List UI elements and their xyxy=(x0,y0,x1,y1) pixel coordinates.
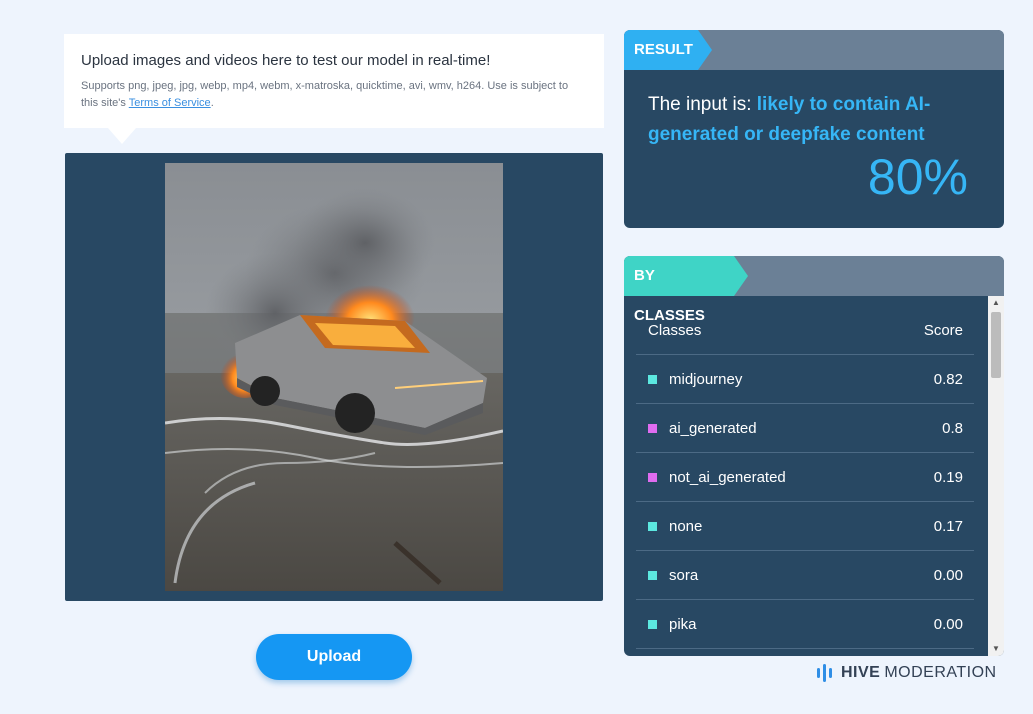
class-name: midjourney xyxy=(669,370,743,388)
class-name: none xyxy=(669,517,703,535)
table-row: sora 0.00 xyxy=(636,551,974,600)
scroll-thumb[interactable] xyxy=(991,312,1001,378)
hive-logo-icon xyxy=(817,664,832,682)
hive-moderation-logo: HIVE MODERATION xyxy=(817,664,997,682)
logo-product: MODERATION xyxy=(884,664,997,681)
table-row: not_ai_generated 0.19 xyxy=(636,453,974,502)
logo-brand: HIVE xyxy=(841,664,881,681)
class-score: 0.00 xyxy=(933,615,963,633)
class-name: not_ai_generated xyxy=(669,468,786,486)
class-color-swatch xyxy=(648,423,657,433)
table-row: none 0.17 xyxy=(636,502,974,551)
by-classes-header: BY CLASSES xyxy=(624,256,1004,324)
score-column-header: Score xyxy=(923,321,963,339)
class-score: 0.19 xyxy=(933,468,963,486)
class-name: sora xyxy=(669,566,699,584)
class-color-swatch xyxy=(648,570,657,580)
upload-button[interactable]: Upload xyxy=(256,634,412,680)
table-row: pika 0.00 xyxy=(636,600,974,649)
result-percentage: 80% xyxy=(867,149,968,205)
uploaded-image xyxy=(165,163,503,591)
classes-table: Classes Score midjourney 0.82 ai_generat… xyxy=(636,296,974,649)
class-name: pika xyxy=(669,615,697,633)
by-classes-tag: BY CLASSES xyxy=(624,256,748,324)
result-prefix: The input is: xyxy=(648,94,752,115)
class-score: 0.17 xyxy=(933,517,963,535)
class-color-swatch xyxy=(648,521,657,531)
class-score: 0.82 xyxy=(933,370,963,388)
class-color-swatch xyxy=(648,374,657,384)
class-score: 0.8 xyxy=(942,419,963,437)
table-row: midjourney 0.82 xyxy=(636,355,974,404)
class-color-swatch xyxy=(648,472,657,482)
upload-info-bubble: Upload images and videos here to test ou… xyxy=(64,34,604,144)
terms-of-service-link[interactable]: Terms of Service xyxy=(129,97,211,109)
scroll-up-arrow-icon[interactable]: ▲ xyxy=(988,296,1004,310)
table-header-row: Classes Score xyxy=(636,296,974,355)
classes-column-header: Classes xyxy=(648,321,702,339)
table-row: ai_generated 0.8 xyxy=(636,404,974,453)
class-color-swatch xyxy=(648,619,657,629)
media-preview-panel xyxy=(65,153,603,601)
by-classes-card: BY CLASSES Classes Score midjourney 0.82… xyxy=(624,256,1004,656)
upload-info-subtitle: Supports png, jpeg, jpg, webp, mp4, webm… xyxy=(81,78,587,112)
scroll-down-arrow-icon[interactable]: ▼ xyxy=(988,642,1004,656)
subtitle-end: . xyxy=(210,97,214,109)
classes-scrollbar[interactable]: ▲ ▼ xyxy=(988,296,1004,656)
upload-info-title: Upload images and videos here to test ou… xyxy=(81,52,491,69)
class-name: ai_generated xyxy=(669,419,757,437)
result-card: RESULT The input is: likely to contain A… xyxy=(624,30,1004,228)
result-tag: RESULT xyxy=(624,30,712,70)
result-header: RESULT xyxy=(624,30,1004,70)
class-score: 0.00 xyxy=(933,566,963,584)
